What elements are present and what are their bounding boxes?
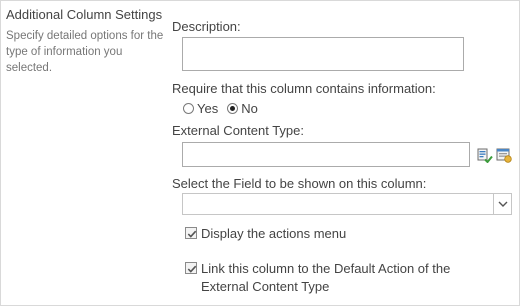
- require-no-label[interactable]: No: [241, 101, 258, 116]
- check-external-content-type-icon[interactable]: [477, 147, 493, 164]
- require-radio-group: Yes No: [183, 100, 258, 116]
- field-select-dropdown[interactable]: [182, 193, 512, 215]
- browse-external-content-type-icon[interactable]: [496, 147, 512, 163]
- require-yes-label[interactable]: Yes: [197, 101, 218, 116]
- field-select-label: Select the Field to be shown on this col…: [172, 176, 427, 191]
- description-label: Description:: [172, 19, 241, 34]
- description-field[interactable]: [182, 37, 464, 71]
- display-actions-label[interactable]: Display the actions menu: [201, 225, 346, 243]
- require-no-radio[interactable]: [227, 102, 239, 114]
- require-yes-radio[interactable]: [183, 102, 194, 114]
- section-title: Additional Column Settings: [6, 7, 163, 22]
- link-column-label[interactable]: Link this column to the Default Action o…: [201, 260, 490, 296]
- link-column-checkbox[interactable]: [185, 262, 197, 274]
- section-description: Specify detailed options for the type of…: [6, 30, 164, 74]
- link-column-option: Link this column to the Default Action o…: [185, 260, 490, 296]
- require-label: Require that this column contains inform…: [172, 81, 436, 96]
- external-content-type-input[interactable]: [182, 142, 470, 167]
- display-actions-checkbox[interactable]: [185, 227, 197, 239]
- chevron-down-icon[interactable]: [493, 194, 511, 214]
- external-content-type-label: External Content Type:: [172, 123, 305, 138]
- display-actions-option: Display the actions menu: [185, 225, 346, 243]
